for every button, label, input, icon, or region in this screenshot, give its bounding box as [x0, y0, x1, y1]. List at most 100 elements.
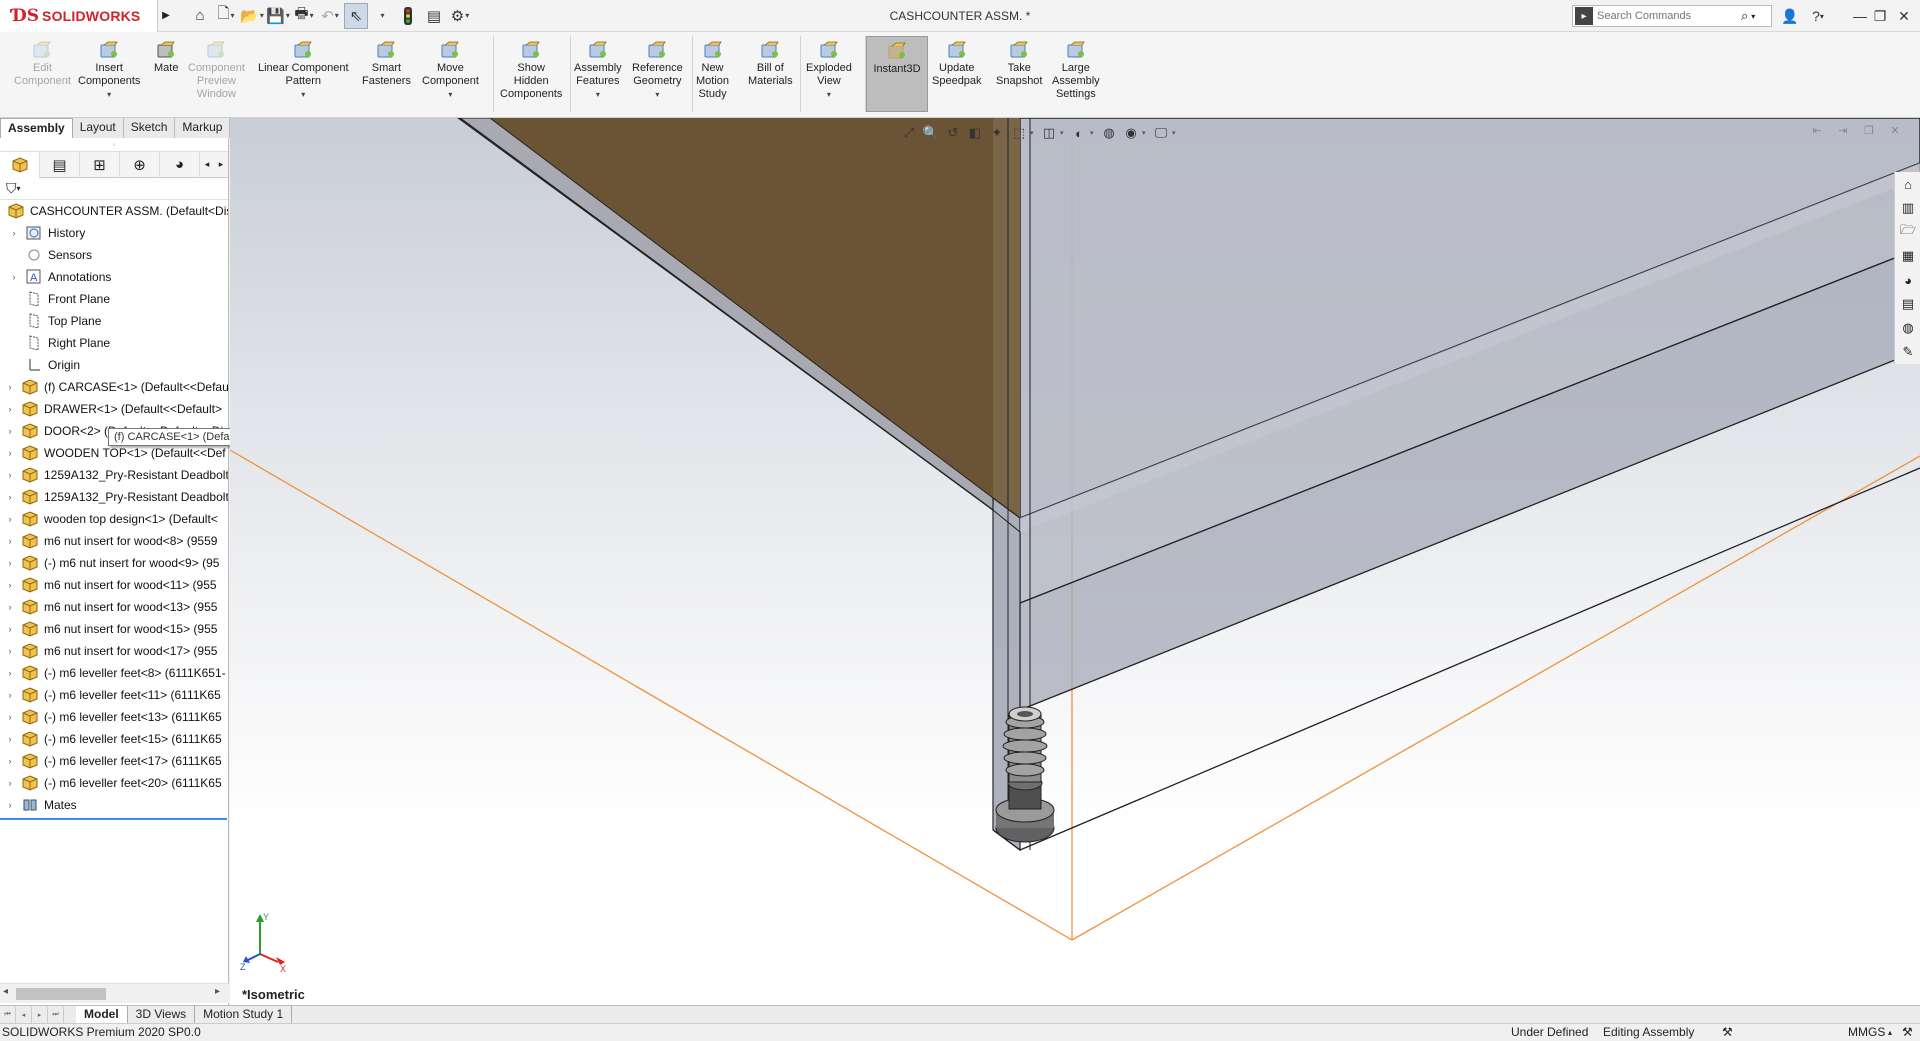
expand-arrow-icon[interactable]: › [0, 800, 20, 810]
home-icon[interactable]: ⌂ [188, 3, 212, 29]
scroll-left-icon[interactable]: ◂ [3, 986, 8, 997]
viewport-restore-icon[interactable]: ❐ [1856, 124, 1882, 137]
search-icon[interactable]: ⌕ [1741, 8, 1748, 24]
tab-first-icon[interactable]: ⏮ [0, 1006, 16, 1023]
unit-dropdown-icon[interactable]: ▴ [1888, 1024, 1892, 1041]
instant3d-hud-icon[interactable]: ✦ [986, 123, 1008, 143]
expand-arrow-icon[interactable]: › [0, 602, 20, 612]
save-icon[interactable]: 💾 ▾ [266, 3, 290, 29]
file-properties-icon[interactable]: ▤ [422, 3, 446, 29]
expand-arrow-icon[interactable]: › [0, 426, 20, 436]
assembly-model[interactable] [230, 118, 1920, 1005]
expand-arrow-icon[interactable]: › [0, 690, 20, 700]
cmd-move-component-button[interactable]: Move Component ▾ [422, 40, 479, 101]
hide-show-items-icon[interactable]: ◐ [1068, 123, 1090, 143]
graphics-area[interactable]: ⤢ 🔍 ↺ ◧ ✦ ⬚ ▾ ◫ ▾ ◐ ▾ ◍ ◉ ▾ 🖵 ▾ ⇤ ⇥ ❐ ✕ ⌂ ▥ 🗁… [230, 118, 1920, 1005]
bottom-tab-model[interactable]: Model [76, 1005, 128, 1024]
expand-arrow-icon[interactable]: › [0, 624, 20, 634]
search-dropdown-icon[interactable]: ▾ [1751, 12, 1755, 21]
zoom-to-fit-icon[interactable]: ⤢ [898, 123, 920, 143]
tab-assembly[interactable]: Assembly [0, 118, 73, 138]
cmd-preview-window-button[interactable]: Component Preview Window [188, 40, 245, 101]
tree-item-2[interactable]: › A Annotations [0, 266, 228, 288]
tab-markup[interactable]: Markup [175, 118, 231, 138]
tab-sketch[interactable]: Sketch [123, 118, 176, 138]
expand-arrow-icon[interactable]: › [0, 668, 20, 678]
expand-arrow-icon[interactable]: › [4, 228, 24, 238]
property-manager-tab-icon[interactable]: ▤ [40, 151, 80, 178]
zoom-to-area-icon[interactable]: 🔍 [920, 123, 942, 143]
tree-item-20[interactable]: › (-) m6 leveller feet<8> (6111K651- [0, 662, 228, 684]
bottom-tab-motion-study-1[interactable]: Motion Study 1 [195, 1005, 293, 1024]
status-more-icon[interactable]: ⚒ [1902, 1024, 1913, 1041]
tree-item-7[interactable]: › (f) CARCASE<1> (Default<<Defau [0, 376, 228, 398]
tree-item-21[interactable]: › (-) m6 leveller feet<11> (6111K65 [0, 684, 228, 706]
section-view-icon[interactable]: ◧ [964, 123, 986, 143]
viewport-next-icon[interactable]: ⇥ [1830, 124, 1856, 137]
tree-item-15[interactable]: › (-) m6 nut insert for wood<9> (95 [0, 552, 228, 574]
cmd-speedpak-button[interactable]: Update Speedpak [932, 40, 982, 88]
feature-manager-tab-icon[interactable] [0, 151, 40, 178]
panel-grip[interactable]: ◦ [0, 138, 228, 152]
cmd-assembly-features-button[interactable]: Assembly Features ▾ [574, 40, 622, 101]
tab-prev-icon[interactable]: ◂ [16, 1006, 32, 1023]
help-icon[interactable]: ? ▾ [1804, 0, 1832, 32]
tree-item-12[interactable]: › 1259A132_Pry-Resistant Deadbolt [0, 486, 228, 508]
expand-arrow-icon[interactable]: › [0, 492, 20, 502]
display-manager-tab-icon[interactable]: ◕ [160, 151, 200, 178]
tree-item-23[interactable]: › (-) m6 leveller feet<15> (6111K65 [0, 728, 228, 750]
cmd-edit-component-button[interactable]: Edit Component [14, 40, 71, 88]
expand-arrow-icon[interactable]: › [0, 778, 20, 788]
cmd-dropdown-icon[interactable]: ▾ [827, 88, 831, 101]
cmd-motion-study-button[interactable]: New Motion Study [696, 40, 729, 101]
user-account-icon[interactable]: 👤 [1776, 0, 1804, 32]
filter-icon[interactable]: ⛉ [6, 180, 17, 197]
edit-appearance-icon[interactable]: ◍ [1098, 123, 1120, 143]
tab-scroll-left-icon[interactable]: ◂ [200, 152, 214, 178]
search-input[interactable] [1597, 10, 1737, 22]
tree-item-root[interactable]: CASHCOUNTER ASSM. (Default<Disp [0, 200, 228, 222]
options-gear-icon[interactable]: ⚙ ▾ [448, 3, 472, 29]
cmd-snapshot-button[interactable]: Take Snapshot [996, 40, 1042, 88]
expand-arrow-icon[interactable]: › [0, 404, 20, 414]
cmd-reference-geometry-button[interactable]: Reference Geometry ▾ [632, 40, 683, 101]
solidworks-forum-icon[interactable]: ◍ [1895, 316, 1920, 340]
new-document-icon[interactable]: 🗋 ▾ [214, 3, 238, 29]
tree-item-24[interactable]: › (-) m6 leveller feet<17> (6111K65 [0, 750, 228, 772]
cmd-large-assembly-button[interactable]: Large Assembly Settings [1052, 40, 1100, 101]
expand-arrow-icon[interactable]: › [0, 580, 20, 590]
scrollbar-thumb[interactable] [16, 988, 106, 1000]
expand-arrow-icon[interactable]: › [0, 382, 20, 392]
tree-item-11[interactable]: › 1259A132_Pry-Resistant Deadbolt [0, 464, 228, 486]
tree-horizontal-scrollbar[interactable]: ◂ ▸ [0, 983, 229, 1003]
print-icon[interactable]: 🖶 ▾ [292, 3, 316, 29]
cmd-smart-fasteners-button[interactable]: Smart Fasteners [362, 40, 411, 88]
traffic-light-icon[interactable] [396, 3, 420, 29]
tree-item-0[interactable]: › History [0, 222, 228, 244]
tree-item-16[interactable]: › m6 nut insert for wood<11> (955 [0, 574, 228, 596]
markup-icon[interactable]: ✎ [1895, 340, 1920, 364]
menu-expand-arrow-icon[interactable]: ▶ [158, 0, 174, 32]
appearances-icon[interactable]: ◕ [1895, 268, 1920, 292]
custom-properties-icon[interactable]: ▤ [1895, 292, 1920, 316]
viewport-close-icon[interactable]: ✕ [1882, 124, 1908, 137]
expand-arrow-icon[interactable]: › [4, 272, 24, 282]
expand-arrow-icon[interactable]: › [0, 514, 20, 524]
cmd-linear-pattern-button[interactable]: Linear Component Pattern ▾ [258, 40, 349, 101]
tree-item-25[interactable]: › (-) m6 leveller feet<20> (6111K65 [0, 772, 228, 794]
expand-arrow-icon[interactable]: › [0, 712, 20, 722]
configuration-manager-tab-icon[interactable]: ⊞ [80, 151, 120, 178]
display-style-icon[interactable]: ◫ [1038, 123, 1060, 143]
view-settings-icon[interactable]: 🖵 [1150, 123, 1172, 143]
dimxpert-tab-icon[interactable]: ⊕ [120, 151, 160, 178]
select-pointer-icon[interactable]: ⇖ [344, 2, 368, 29]
tree-item-26[interactable]: › Mates [0, 794, 228, 816]
expand-arrow-icon[interactable]: › [0, 448, 20, 458]
tree-filter[interactable]: ⛉ ▾ [0, 178, 228, 200]
cmd-insert-components-button[interactable]: Insert Components ▾ [78, 40, 140, 101]
tree-item-8[interactable]: › DRAWER<1> (Default<<Default> [0, 398, 228, 420]
cmd-dropdown-icon[interactable]: ▾ [596, 88, 600, 101]
tree-item-1[interactable]: Sensors [0, 244, 228, 266]
tab-next-icon[interactable]: ▸ [32, 1006, 48, 1023]
tree-item-18[interactable]: › m6 nut insert for wood<15> (955 [0, 618, 228, 640]
